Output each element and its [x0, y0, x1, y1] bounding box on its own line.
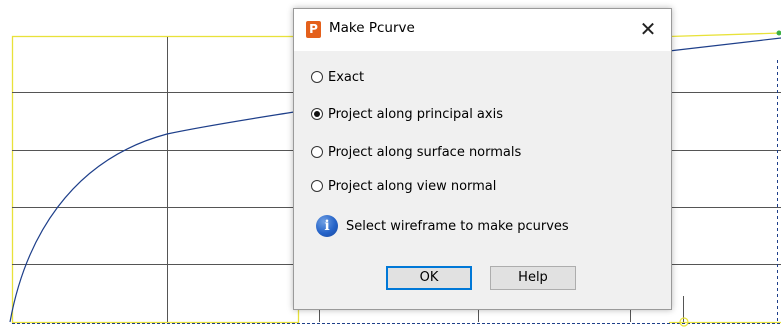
option-surface-normals-label: Project along surface normals [328, 144, 522, 160]
info-message: i Select wireframe to make pcurves [316, 215, 569, 237]
corner-marker [776, 30, 781, 36]
close-button[interactable]: ✕ [625, 9, 671, 51]
pcurve [9, 111, 295, 323]
radio-view-normal[interactable] [311, 180, 323, 192]
info-icon: i [316, 215, 338, 237]
option-view-normal[interactable]: Project along view normal [311, 176, 496, 196]
app-icon: P [306, 21, 321, 38]
radio-exact[interactable] [311, 71, 323, 83]
radio-surface-normals[interactable] [311, 146, 323, 158]
surface-boundary [11, 35, 300, 324]
option-principal-axis-label: Project along principal axis [328, 106, 503, 122]
info-message-text: Select wireframe to make pcurves [346, 218, 569, 234]
pcurve-continuation [668, 37, 781, 52]
option-exact[interactable]: Exact [311, 67, 364, 87]
close-icon: ✕ [639, 17, 657, 41]
option-principal-axis[interactable]: Project along principal axis [311, 104, 503, 124]
make-pcurve-dialog: P Make Pcurve ✕ Exact Project along prin… [293, 8, 672, 310]
dialog-title: Make Pcurve [329, 20, 415, 36]
radio-principal-axis[interactable] [311, 108, 323, 120]
option-view-normal-label: Project along view normal [328, 178, 497, 194]
surface-boundary-right [668, 32, 781, 38]
help-button[interactable]: Help [490, 266, 576, 290]
option-exact-label: Exact [328, 69, 365, 85]
option-surface-normals[interactable]: Project along surface normals [311, 142, 521, 162]
ok-button[interactable]: OK [386, 266, 472, 290]
dialog-titlebar[interactable]: P Make Pcurve ✕ [294, 9, 671, 51]
